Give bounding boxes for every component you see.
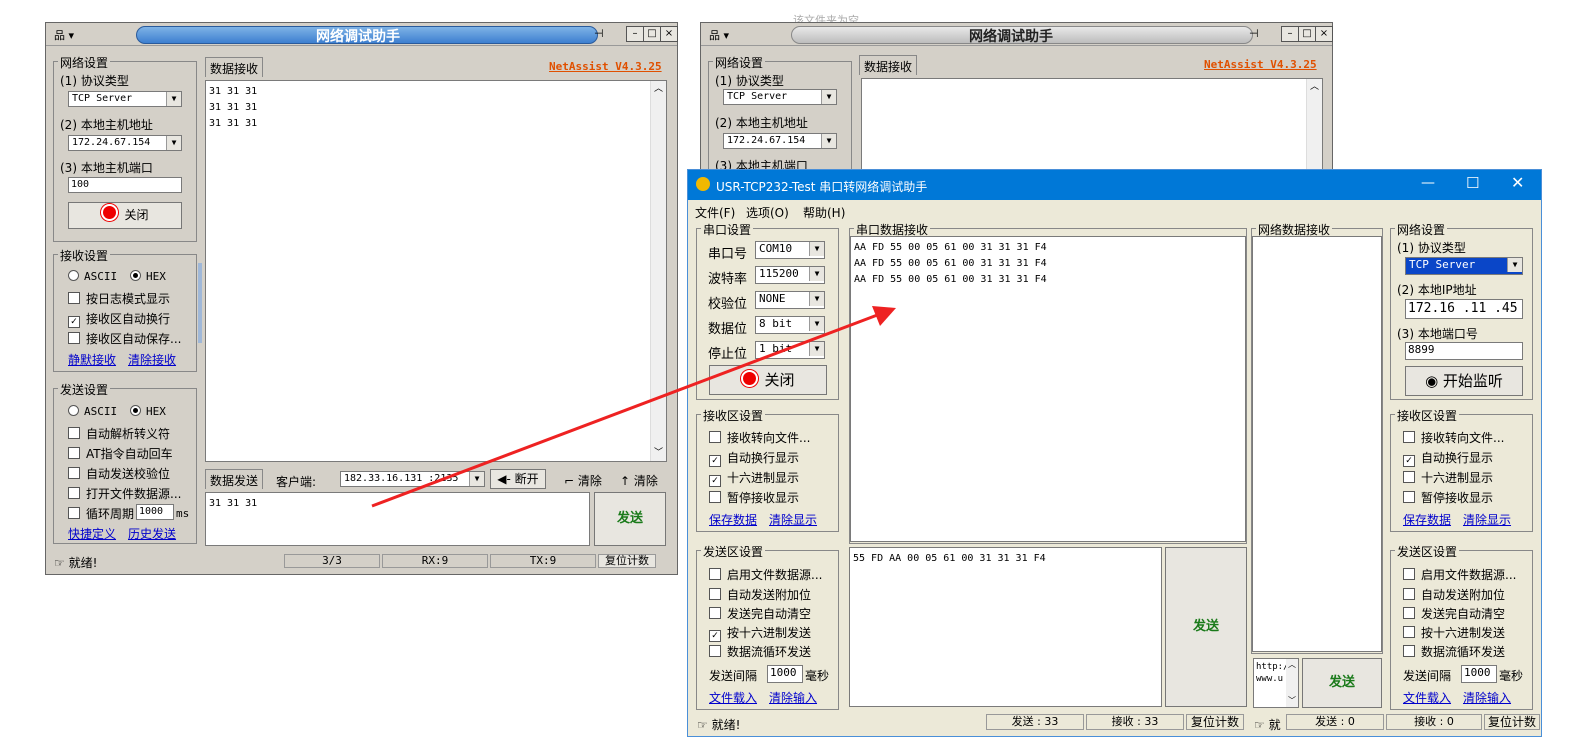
red-arrow-annotation <box>371 306 896 508</box>
arrow-line <box>371 312 881 508</box>
